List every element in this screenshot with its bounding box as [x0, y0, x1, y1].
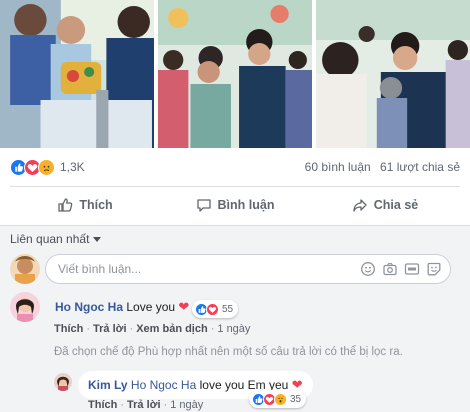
emoji-icon[interactable]: [360, 261, 376, 277]
comment-reaction-badge[interactable]: 55: [192, 300, 239, 318]
comment-reaction-count: 55: [222, 303, 234, 315]
reply-like-link[interactable]: Thích: [88, 399, 117, 411]
sad-reaction-icon: [38, 158, 55, 176]
comment-timestamp[interactable]: 1 ngày: [217, 323, 250, 335]
reply-timestamp[interactable]: 1 ngày: [170, 399, 203, 411]
photo-hug-image: [316, 0, 470, 148]
like-button[interactable]: Thích: [10, 186, 160, 224]
reply-author-avatar[interactable]: [54, 373, 72, 391]
comment-composer: [45, 254, 451, 284]
comment-reply-link[interactable]: Trả lời: [93, 323, 127, 335]
comment-bubble: Ho Ngoc Ha Love you ❤: [45, 293, 200, 321]
reply-actions: Thích · Trả lời · 1 ngày: [88, 399, 204, 411]
photo-greeting-elder-image: [158, 0, 312, 148]
comment-count-link[interactable]: 60 bình luận: [305, 160, 371, 174]
comment-author-avatar[interactable]: [10, 292, 40, 322]
share-button[interactable]: Chia sẻ: [310, 186, 460, 224]
reply-author-name[interactable]: Kim Ly: [88, 378, 128, 392]
sticker-icon[interactable]: [426, 261, 442, 277]
gif-icon[interactable]: [404, 261, 420, 277]
comment-input[interactable]: [58, 262, 360, 276]
post-photo-grid: [0, 0, 470, 148]
reaction-count: 1,3K: [60, 160, 85, 174]
share-count-link[interactable]: 61 lượt chia sẻ: [380, 160, 460, 174]
wow-reaction-icon: [274, 392, 287, 406]
thumbs-up-icon: [58, 198, 73, 212]
reply-mention[interactable]: Ho Ngoc Ha: [131, 378, 196, 392]
comment-button-label: Bình luận: [217, 198, 275, 212]
comment-author-name[interactable]: Ho Ngoc Ha: [55, 300, 123, 314]
post-stats: 1,3K 60 bình luận 61 lượt chia sẻ: [10, 148, 460, 186]
camera-icon[interactable]: [382, 261, 398, 277]
comment-sort-dropdown[interactable]: Liên quan nhất: [10, 232, 102, 246]
photo-hospital-child-image: [0, 0, 154, 148]
comment-translate-link[interactable]: Xem bản dịch: [136, 323, 208, 335]
comment-icon: [196, 199, 211, 212]
reply-reply-link[interactable]: Trả lời: [127, 399, 161, 411]
reply-reaction-count: 35: [290, 393, 302, 405]
reply-reaction-badge[interactable]: 35: [249, 390, 307, 408]
share-arrow-icon: [353, 199, 367, 212]
heart-emoji-icon: ❤: [178, 299, 190, 314]
photo-hospital-child[interactable]: [0, 0, 154, 148]
photo-hug[interactable]: [316, 0, 470, 148]
photo-greeting-elder[interactable]: [158, 0, 312, 148]
like-button-label: Thích: [79, 198, 113, 212]
post-actions: Thích Bình luận Chia sẻ: [10, 186, 460, 224]
comment-sort-label: Liên quan nhất: [10, 232, 90, 246]
love-reaction-icon: [206, 302, 219, 316]
comment-like-link[interactable]: Thích: [54, 323, 83, 335]
chevron-down-icon: [93, 236, 102, 242]
comment-button[interactable]: Bình luận: [160, 186, 310, 224]
comment-actions: Thích · Trả lời · Xem bản dịch · 1 ngày: [54, 323, 251, 335]
comment-text: Love you: [126, 300, 176, 314]
share-button-label: Chia sẻ: [373, 198, 419, 212]
filtered-replies-notice: Đã chọn chế độ Phù hợp nhất nên một số c…: [54, 346, 403, 358]
current-user-avatar[interactable]: [10, 254, 40, 284]
reaction-summary[interactable]: 1,3K: [10, 158, 85, 176]
engagement-counts: 60 bình luận 61 lượt chia sẻ: [299, 160, 460, 174]
